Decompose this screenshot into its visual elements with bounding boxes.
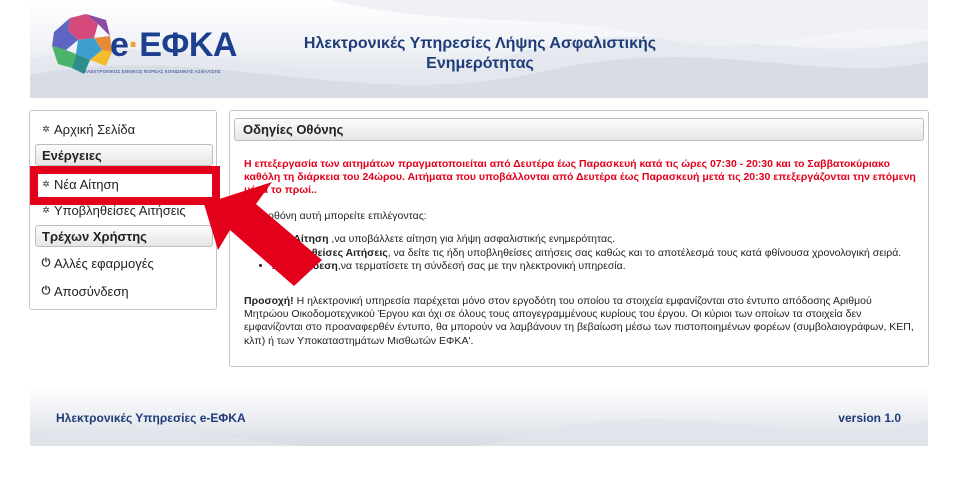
efka-logo-mark-icon (52, 14, 112, 74)
list-item-text: , να δείτε τις ήδη υποβληθείσες αιτήσεις… (387, 246, 902, 259)
sidebar-item-logout[interactable]: ⏻ Αποσύνδεση (41, 281, 129, 301)
gear-icon: ✲ (42, 178, 50, 189)
sidebar-item-other-apps[interactable]: ⏻ Αλλές εφαρμογές (41, 253, 154, 273)
page-title-line2: Ενημερότητας (426, 55, 534, 72)
sidebar-item-home[interactable]: ✲ Αρχική Σελίδα (41, 119, 135, 139)
gear-icon: ✲ (42, 123, 50, 134)
sidebar-heading-actions-label: Ενέργειες (42, 147, 102, 163)
footer-service-name: Ηλεκτρονικές Υπηρεσίες e-ΕΦΚΑ (56, 411, 246, 425)
power-icon: ⏻ (41, 256, 51, 269)
sidebar: ✲ Αρχική Σελίδα Ενέργειες ✲ Νέα Αίτηση ✲… (29, 110, 220, 310)
logo-text-dot: · (128, 26, 140, 64)
gear-icon: ✲ (42, 204, 50, 215)
sidebar-item-other-apps-label: Αλλές εφαρμογές (54, 255, 154, 271)
processing-hours-warning: Η επεξεργασία των αιτημάτων πραγματοποιε… (244, 158, 916, 196)
page-title: Ηλεκτρονικές Υπηρεσίες Λήψης Ασφαλιστική… (270, 34, 690, 74)
efka-logo-text: e·ΕΦΚΑ (110, 26, 237, 65)
list-item-term: Αποσύνδεση (272, 260, 338, 272)
list-item-term: Υποβληθείσες Αιτήσεις (272, 246, 388, 259)
sidebar-heading-current-user: Τρέχων Χρήστης (35, 225, 213, 247)
logo-text-main: ΕΦΚΑ (139, 26, 237, 64)
sidebar-heading-current-user-label: Τρέχων Χρήστης (42, 228, 147, 244)
sidebar-heading-actions: Ενέργειες (35, 144, 213, 166)
instructions-list: Νέα Αίτηση ,να υποβάλλετε αίτηση για λήψ… (272, 233, 902, 274)
instructions-intro: Στην οθόνη αυτή μπορείτε επιλέγοντας: (244, 210, 427, 222)
list-item: Αποσύνδεση,να τερματίσετε τη σύνδεσή σας… (272, 260, 902, 273)
attention-note: Προσοχή! Η ηλεκτρονική υπηρεσία παρέχετα… (244, 295, 916, 348)
list-item-term: Νέα Αίτηση (272, 233, 329, 245)
instructions-heading-label: Οδηγίες Οθόνης (243, 122, 344, 137)
list-item-text: ,να τερματίσετε τη σύνδεσή σας με την ηλ… (337, 260, 626, 272)
efka-logo[interactable]: e·ΕΦΚΑ ΗΛΕΚΤΡΟΝΙΚΟΣ ΕΘΝΙΚΟΣ ΦΟΡΕΑΣ ΚΟΙΝΩ… (50, 14, 250, 76)
sidebar-item-submitted-requests-label: Υποβληθείσες Αιτήσεις (54, 202, 186, 218)
sidebar-item-new-request-label: Νέα Αίτηση (54, 176, 119, 192)
list-item: Υποβληθείσες Αιτήσεις, να δείτε τις ήδη … (272, 247, 902, 260)
footer-version: version 1.0 (838, 411, 901, 425)
page-header: e·ΕΦΚΑ ΗΛΕΚΤΡΟΝΙΚΟΣ ΕΘΝΙΚΟΣ ΦΟΡΕΑΣ ΚΟΙΝΩ… (30, 0, 928, 98)
sidebar-item-logout-label: Αποσύνδεση (54, 283, 129, 299)
logo-subtitle: ΗΛΕΚΤΡΟΝΙΚΟΣ ΕΘΝΙΚΟΣ ΦΟΡΕΑΣ ΚΟΙΝΩΝΙΚΗΣ Α… (84, 69, 221, 74)
sidebar-item-new-request[interactable]: ✲ Νέα Αίτηση (41, 174, 119, 194)
attention-note-label: Προσοχή! (244, 295, 294, 307)
attention-note-text: Η ηλεκτρονική υπηρεσία παρέχεται μόνο στ… (244, 295, 914, 347)
instructions-panel: Οδηγίες Οθόνης Η επεξεργασία των αιτημάτ… (229, 110, 929, 367)
sidebar-item-submitted-requests[interactable]: ✲ Υποβληθείσες Αιτήσεις (41, 200, 186, 220)
page-title-line1: Ηλεκτρονικές Υπηρεσίες Λήψης Ασφαλιστική… (303, 35, 657, 52)
list-item-text: ,να υποβάλλετε αίτηση για λήψη ασφαλιστι… (328, 233, 616, 245)
page-footer: Ηλεκτρονικές Υπηρεσίες e-ΕΦΚΑ version 1.… (30, 387, 928, 446)
instructions-heading: Οδηγίες Οθόνης (234, 118, 924, 141)
logo-text-prefix: e (110, 26, 129, 64)
sidebar-item-home-label: Αρχική Σελίδα (54, 121, 136, 137)
list-item: Νέα Αίτηση ,να υποβάλλετε αίτηση για λήψ… (272, 233, 902, 246)
power-icon: ⏻ (41, 284, 51, 297)
